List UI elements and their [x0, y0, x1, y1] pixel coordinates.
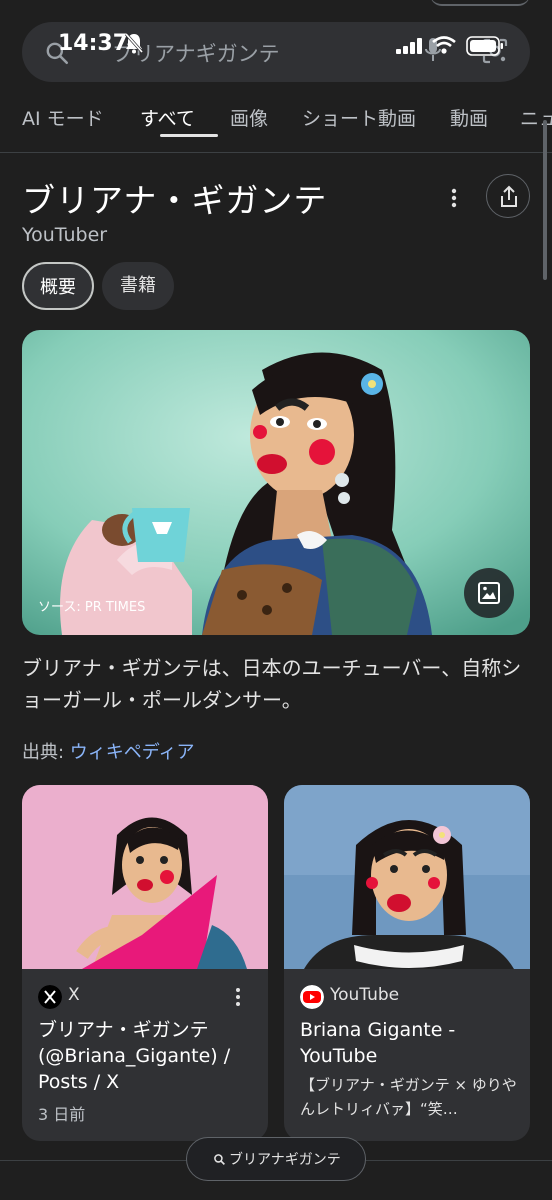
youtube-logo-icon	[300, 985, 324, 1009]
entity-description: ブリアナ・ギガンテは、日本のユーチューバー、自称ショーガール・ポールダンサー。	[22, 656, 522, 712]
entity-title: ブリアナ・ギガンテ	[22, 181, 328, 220]
result-card-x[interactable]: X ブリアナ・ギガンテ (@Briana_Gigante) / Posts / …	[22, 785, 268, 1141]
card-source-name: X	[68, 985, 80, 1005]
entity-subtitle: YouTuber	[22, 224, 108, 246]
source-prefix: 出典:	[22, 742, 70, 763]
floating-search-pill[interactable]: ブリアナギガンテ	[186, 1137, 366, 1181]
card-more-icon[interactable]	[232, 987, 244, 1007]
chip-overview[interactable]: 概要	[22, 262, 94, 310]
battery-icon	[466, 36, 503, 56]
card-title[interactable]: ブリアナ・ギガンテ (@Briana_Gigante) / Posts / X	[38, 1017, 254, 1095]
card-title[interactable]: Briana Gigante - YouTube	[300, 1017, 516, 1069]
share-button[interactable]	[486, 174, 530, 218]
card-source-name: YouTube	[330, 985, 400, 1005]
hero-image[interactable]: ソース: PR TIMES	[22, 330, 530, 635]
image-icon	[478, 582, 500, 604]
bell-muted-icon	[124, 33, 144, 54]
tab-news[interactable]: ニュ	[520, 104, 552, 131]
card-thumbnail	[284, 785, 530, 969]
more-options-icon[interactable]	[444, 186, 464, 210]
wifi-icon	[432, 36, 456, 54]
tab-images[interactable]: 画像	[230, 104, 268, 131]
card-snippet: 【ブリアナ・ギガンテ × ゆりやんレトリィバァ】“笑…	[300, 1076, 517, 1118]
result-card-youtube[interactable]: YouTube Briana Gigante - YouTube 【ブリアナ・ギ…	[284, 785, 530, 1141]
image-source-label: ソース: PR TIMES	[38, 600, 146, 615]
floating-search-label: ブリアナギガンテ	[229, 1152, 341, 1168]
view-images-button[interactable]	[464, 568, 514, 618]
scrollbar[interactable]	[543, 120, 547, 280]
status-time: 14:37	[58, 31, 129, 56]
tab-ai-mode[interactable]: AI モード	[22, 104, 104, 131]
tabs-divider	[0, 152, 552, 153]
tab-videos[interactable]: 動画	[450, 104, 488, 131]
card-date: 3 日前	[38, 1105, 86, 1124]
tab-short-videos[interactable]: ショート動画	[302, 104, 416, 131]
chip-books[interactable]: 書籍	[102, 262, 174, 310]
card-thumbnail	[22, 785, 268, 969]
tab-all[interactable]: すべて	[140, 104, 195, 131]
cellular-signal-icon	[396, 38, 422, 54]
search-icon	[214, 1154, 225, 1165]
top-edge-arc	[430, 0, 530, 6]
active-tab-indicator	[160, 134, 218, 137]
portrait-illustration	[22, 330, 530, 635]
x-logo-icon	[38, 985, 62, 1009]
search-tabs: AI モード すべて 画像 ショート動画 動画 ニュ	[22, 102, 552, 142]
share-icon	[501, 185, 517, 207]
description-source: 出典: ウィキペディア	[22, 738, 195, 764]
wikipedia-link[interactable]: ウィキペディア	[70, 742, 195, 763]
